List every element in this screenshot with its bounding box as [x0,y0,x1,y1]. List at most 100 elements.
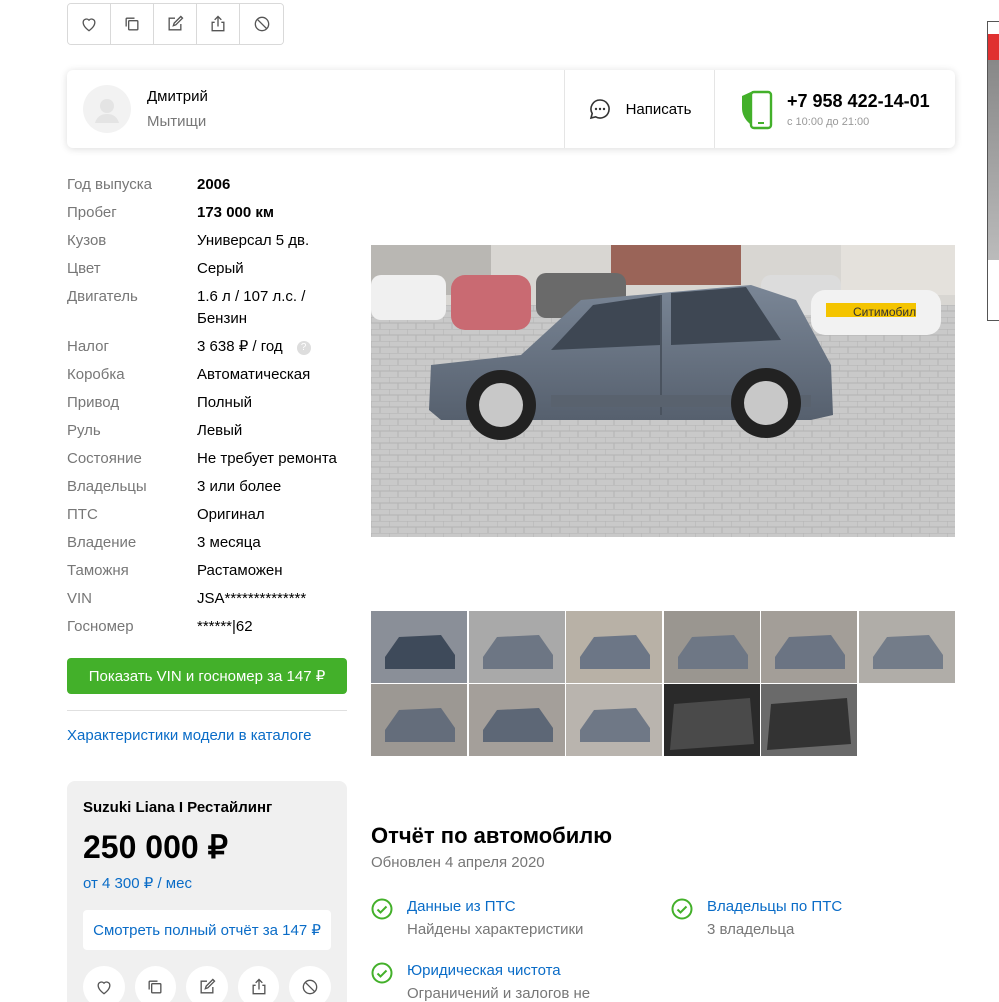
car-photo-image: Ситимобил [371,245,955,537]
report-item-title[interactable]: Юридическая чистота [407,962,590,979]
hide-button[interactable] [289,966,331,1002]
spec-row: Цвет Серый [67,258,357,280]
spec-row: VIN JSA************** [67,588,357,610]
share-icon [252,978,266,995]
seller-city: Мытищи [147,113,207,130]
block-icon [302,979,318,995]
photo-thumbnail[interactable] [761,684,858,756]
full-report-button[interactable]: Смотреть полный отчёт за 147 ₽ [83,910,331,950]
spec-value-text: Левый [197,422,243,439]
spec-key: Налог [67,338,109,355]
spec-value: 3 или более [197,476,347,498]
favorite-button[interactable] [68,4,111,44]
spec-value-text: Автоматическая [197,366,311,383]
photo-thumbnail[interactable] [858,611,955,683]
spec-key: Цвет [67,260,101,277]
spec-value-text: Серый [197,260,244,277]
note-button[interactable] [186,966,228,1002]
edit-icon [168,15,184,31]
spec-value-text: 1.6 л / 107 л.с. / Бензин [197,288,306,327]
photo-thumbnail[interactable] [663,611,760,683]
report-item-subtitle: Найдены характеристики [407,921,584,938]
share-button[interactable] [197,4,240,44]
share-button[interactable] [237,966,280,1002]
show-vin-button[interactable]: Показать VIN и госномер за 147 ₽ [67,658,347,694]
photo-thumbnail[interactable] [468,684,565,756]
spec-value-text: 3 638 ₽ / год [197,338,283,355]
spec-key: Пробег [67,204,117,221]
spec-row: Госномер ******|62 [67,616,357,638]
spec-key: Таможня [67,562,129,579]
help-icon[interactable]: ? [296,341,311,355]
check-circle-icon [671,898,693,920]
photo-thumbnail[interactable] [468,611,565,683]
thumbnail-image [663,611,760,683]
spec-key: Двигатель [67,288,138,305]
photo-thumbnail[interactable] [566,611,663,683]
thumbnail-image [468,611,565,683]
price-card-actions [83,966,331,1002]
report-updated: Обновлен 4 апреля 2020 [371,854,545,871]
photo-thumbnail[interactable] [371,611,467,683]
heart-icon [97,981,111,995]
price-card: Suzuki Liana I Рестайлинг 250 000 ₽ от 4… [67,781,347,1002]
check-circle-icon [371,898,393,920]
spec-value: Растаможен [197,560,347,582]
spec-value: Левый [197,420,347,442]
price: 250 000 ₽ [83,829,228,865]
spec-row: Двигатель 1.6 л / 107 л.с. / Бензин [67,286,357,330]
report-title: Отчёт по автомобилю [371,823,613,848]
main-car-photo[interactable]: Ситимобил [371,245,955,537]
spec-row: Состояние Не требует ремонта [67,448,357,470]
spec-row: Кузов Универсал 5 дв. [67,230,357,252]
note-button[interactable] [154,4,197,44]
spec-value: 1.6 л / 107 л.с. / Бензин [197,286,347,330]
avatar [83,85,131,133]
catalog-link[interactable]: Характеристики модели в каталоге [67,727,311,744]
shield-phone-icon [742,90,773,130]
check-circle-icon [371,962,393,984]
compare-button[interactable] [111,4,154,44]
phone-block[interactable]: +7 958 422-14-01 с 10:00 до 21:00 [715,70,955,148]
side-banner-edge [987,21,999,321]
thumbnail-image [663,684,760,756]
seller-name: Дмитрий [147,88,208,105]
favorite-button[interactable] [83,966,125,1002]
spec-value: 3 638 ₽ / год? [197,336,347,358]
spec-value: Не требует ремонта [197,448,347,470]
credit-link[interactable]: от 4 300 ₽ / мес [83,874,331,892]
spec-row: Год выпуска 2006 [67,174,357,196]
spec-row: Налог 3 638 ₽ / год? [67,336,357,358]
spec-value: JSA************** [197,588,347,610]
report-item-title[interactable]: Владельцы по ПТС [707,898,842,915]
share-icon [211,15,225,32]
spec-key: Кузов [67,232,107,249]
photo-thumbnail[interactable] [663,684,760,756]
spec-value-text: JSA************** [197,590,307,607]
spec-value-text: Не требует ремонта [197,450,337,467]
spec-key: Коробка [67,366,125,383]
spec-key: Руль [67,422,101,439]
report-item: Юридическая чистота Ограничений и залого… [371,962,590,1002]
write-message-button[interactable]: Написать [564,70,715,148]
edit-icon [200,978,216,994]
hide-button[interactable] [240,4,283,44]
spec-key: Владение [67,534,137,551]
spec-value: Полный [197,392,347,414]
seller-info[interactable]: Дмитрий Мытищи [67,70,564,148]
copy-icon [148,980,162,994]
spec-key: Состояние [67,450,142,467]
thumbnail-image [761,684,858,756]
spec-value: 173 000 км [197,202,347,224]
photo-thumbnail[interactable] [371,684,467,756]
spec-row: Привод Полный [67,392,357,414]
compare-button[interactable] [134,966,177,1002]
report-item-title[interactable]: Данные из ПТС [407,898,583,915]
copy-icon [125,17,139,31]
photo-thumbnail[interactable] [566,684,663,756]
spec-value: 3 месяца [197,532,347,554]
photo-thumbnail[interactable] [761,611,858,683]
thumbnail-image [468,684,565,756]
spec-row: Владение 3 месяца [67,532,357,554]
taxi-label: Ситимобил [853,305,916,319]
